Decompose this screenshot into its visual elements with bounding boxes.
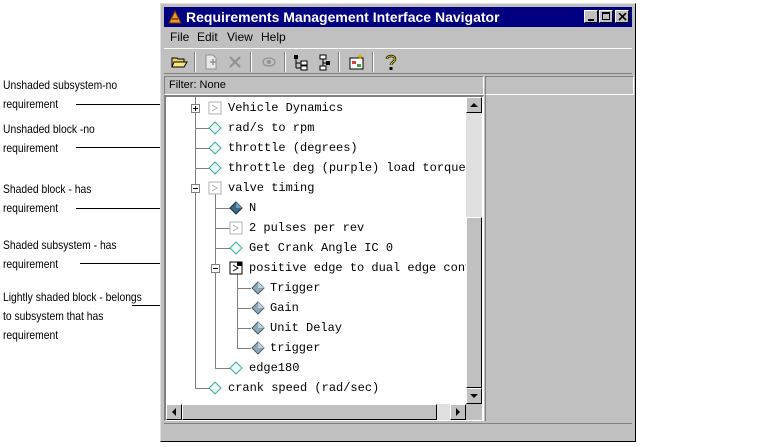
scroll-left-button[interactable]	[166, 404, 182, 420]
menu-bar: File Edit View Help	[164, 28, 632, 46]
new-block-icon[interactable]	[348, 53, 366, 71]
annotation-unshaded-block: Unshaded block -no requirement	[3, 122, 95, 155]
toolbar-separator	[250, 52, 252, 72]
tree-item-label: Vehicle Dynamics	[228, 101, 344, 115]
minimize-button[interactable]	[584, 10, 598, 23]
tree-item[interactable]: throttle deg (purple) load torque N	[166, 158, 466, 178]
tree-item[interactable]: 2 pulses per rev	[166, 218, 466, 238]
filter-label: Filter: None	[169, 79, 226, 91]
menu-file[interactable]: File	[170, 30, 189, 44]
unshaded-subsystem-icon	[208, 181, 222, 195]
scroll-corner	[466, 404, 482, 420]
tree-item-label: valve timing	[228, 181, 315, 195]
annotation-lightly-shaded-block: Lightly shaded block - belongs to subsys…	[3, 290, 142, 342]
arrow-right-icon	[456, 408, 460, 416]
menu-edit[interactable]: Edit	[197, 30, 218, 44]
tree-item[interactable]: N	[166, 198, 466, 218]
tree-item[interactable]: Vehicle Dynamics	[166, 98, 466, 118]
tree-item[interactable]: edge180	[166, 358, 466, 378]
toolbar-separator	[284, 52, 286, 72]
navigator-window: Requirements Management Interface Naviga…	[160, 3, 636, 442]
lightly-shaded-block-icon	[251, 341, 265, 355]
unshaded-subsystem-icon	[229, 221, 243, 235]
lightly-shaded-block-icon	[251, 301, 265, 315]
tree-item[interactable]: valve timing	[166, 178, 466, 198]
lightly-shaded-block-icon	[251, 281, 265, 295]
shaded-subsystem-icon	[229, 261, 243, 275]
tree-item-label: rad/s to rpm	[228, 121, 315, 135]
arrow-left-icon	[172, 408, 176, 416]
tree-item-label: throttle deg (purple) load torque N	[228, 161, 466, 175]
tree-collapse-icon[interactable]	[314, 53, 332, 71]
unshaded-block-icon	[229, 241, 243, 255]
tree-item[interactable]: positive edge to dual edge conversion	[166, 258, 466, 278]
delete-icon[interactable]	[226, 53, 244, 71]
tree-item-label: N	[249, 201, 257, 215]
annotation-shaded-subsystem: Shaded subsystem - has requirement	[3, 238, 117, 271]
unshaded-block-icon	[208, 141, 222, 155]
annotation-shaded-block: Shaded block - has requirement	[3, 182, 92, 215]
tree-item-label: positive edge to dual edge conversion	[249, 261, 466, 275]
vertical-scroll-thumb[interactable]	[466, 217, 482, 388]
horizontal-scroll-thumb[interactable]	[182, 404, 437, 420]
view-icon[interactable]	[260, 53, 278, 71]
tree-item-label: trigger	[270, 341, 321, 355]
toolbar-separator	[372, 52, 374, 72]
horizontal-scrollbar[interactable]	[166, 404, 466, 420]
new-link-icon[interactable]	[202, 53, 220, 71]
tree-view: Vehicle Dynamics rad/s to rpm throttle (…	[164, 95, 484, 421]
unshaded-block-icon	[208, 381, 222, 395]
tree-item-label: crank speed (rad/sec)	[228, 381, 380, 395]
close-icon	[618, 13, 627, 21]
title-bar: Requirements Management Interface Naviga…	[164, 7, 632, 27]
unshaded-block-icon	[208, 161, 222, 175]
status-bar	[164, 423, 632, 440]
tree-item-label: edge180	[249, 361, 300, 375]
arrow-up-icon	[470, 103, 478, 107]
tree-expand-icon[interactable]	[292, 53, 310, 71]
toolbar-separator	[194, 52, 196, 72]
open-folder-icon[interactable]	[170, 53, 188, 71]
arrow-down-icon	[470, 394, 478, 398]
help-icon[interactable]	[382, 53, 400, 71]
app-icon	[168, 9, 182, 24]
shaded-block-icon	[229, 201, 243, 215]
tree-item[interactable]: rad/s to rpm	[166, 118, 466, 138]
right-pane	[485, 95, 634, 421]
maximize-icon	[602, 12, 610, 20]
toolbar-separator	[338, 52, 340, 72]
tree-content: Vehicle Dynamics rad/s to rpm throttle (…	[166, 97, 466, 404]
tree-item[interactable]: throttle (degrees)	[166, 138, 466, 158]
tree-item-label: Unit Delay	[270, 321, 343, 335]
unshaded-block-icon	[208, 121, 222, 135]
lightly-shaded-block-icon	[251, 321, 265, 335]
tree-item-label: Get Crank Angle IC 0	[249, 241, 394, 255]
tree-item-label: throttle (degrees)	[228, 141, 358, 155]
tree-item[interactable]: trigger	[166, 338, 466, 358]
right-pane-header	[485, 76, 634, 95]
maximize-button[interactable]	[599, 10, 613, 23]
tree-item-label: 2 pulses per rev	[249, 221, 365, 235]
filter-bar: Filter: None	[164, 76, 484, 95]
unshaded-block-icon	[229, 361, 243, 375]
vertical-scrollbar[interactable]	[466, 97, 482, 404]
close-button[interactable]	[615, 10, 629, 23]
scroll-up-button[interactable]	[466, 97, 482, 113]
tree-item[interactable]: crank speed (rad/sec)	[166, 378, 466, 398]
tree-item[interactable]: Get Crank Angle IC 0	[166, 238, 466, 258]
toolbar	[164, 48, 632, 74]
menu-help[interactable]: Help	[261, 30, 286, 44]
minimize-icon	[588, 19, 594, 21]
unshaded-subsystem-icon	[208, 101, 222, 115]
annotation-unshaded-subsystem: Unshaded subsystem-no requirement	[3, 78, 118, 111]
tree-item-label: Trigger	[270, 281, 321, 295]
tree-item[interactable]: Unit Delay	[166, 318, 466, 338]
tree-item-label: Gain	[270, 301, 299, 315]
window-title: Requirements Management Interface Naviga…	[186, 9, 500, 25]
scroll-right-button[interactable]	[450, 404, 466, 420]
scroll-down-button[interactable]	[466, 388, 482, 404]
tree-item[interactable]: Gain	[166, 298, 466, 318]
tree-item[interactable]: Trigger	[166, 278, 466, 298]
menu-view[interactable]: View	[227, 30, 253, 44]
